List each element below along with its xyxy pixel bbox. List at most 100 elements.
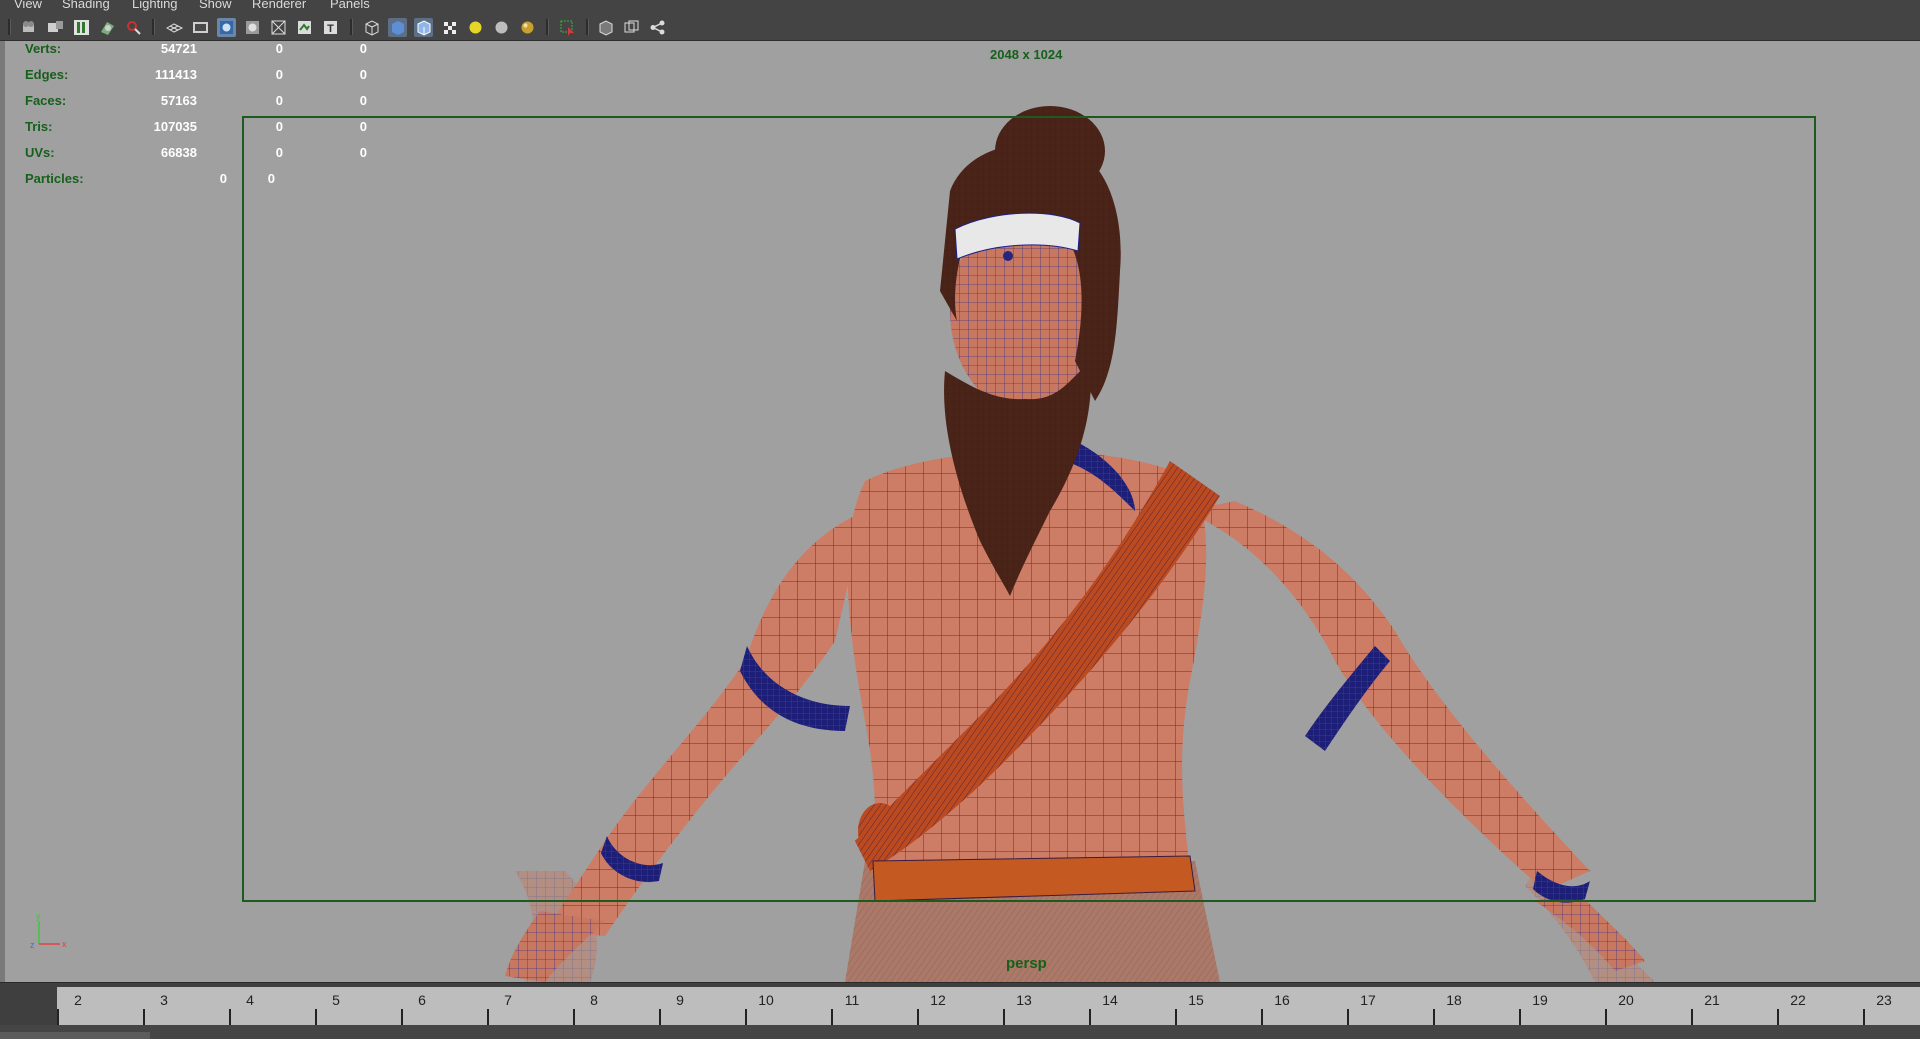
camera-name-label: persp — [1006, 955, 1047, 972]
frame-tick — [831, 1009, 833, 1025]
frame-tick — [143, 1009, 145, 1025]
time-slider[interactable]: 2 3 4 5 6 7 8 9 10 11 12 13 14 15 16 17 18 19 20 21 22 23 — [0, 982, 1920, 1039]
toolbar-separator — [586, 19, 589, 35]
frame-tick — [1261, 1009, 1263, 1025]
frame-tick — [57, 1009, 59, 1025]
perspective-viewport[interactable]: Verts: 54721 0 0 Edges: 111413 0 0 Faces… — [0, 41, 1920, 982]
hud-value: 0 — [359, 67, 367, 82]
frame-tick — [1003, 1009, 1005, 1025]
shadows-icon[interactable] — [492, 18, 511, 37]
hud-value: 54721 — [160, 41, 197, 56]
hud-value: 0 — [359, 145, 367, 160]
frame-tick — [1433, 1009, 1435, 1025]
camera-attributes-icon[interactable] — [46, 18, 65, 37]
frame-tick-label: 17 — [1360, 992, 1376, 1008]
toolbar-separator — [546, 19, 549, 35]
hud-value: 0 — [359, 41, 367, 56]
bookmarks-icon[interactable] — [72, 18, 91, 37]
frame-tick — [401, 1009, 403, 1025]
axis-y-label: y — [36, 911, 41, 921]
hud-value: 107035 — [153, 119, 197, 134]
hud-value: 0 — [359, 93, 367, 108]
film-gate-icon[interactable] — [191, 18, 210, 37]
frame-tick — [573, 1009, 575, 1025]
hud-label: Faces: — [25, 93, 67, 108]
frame-tick — [745, 1009, 747, 1025]
use-all-lights-icon[interactable] — [466, 18, 485, 37]
frame-tick-label: 12 — [930, 992, 946, 1008]
hud-value: 0 — [359, 119, 367, 134]
axis-x-label: x — [62, 939, 67, 949]
frame-tick-label: 18 — [1446, 992, 1462, 1008]
frame-tick-label: 16 — [1274, 992, 1290, 1008]
menu-lighting[interactable]: Lighting — [132, 0, 178, 11]
ambient-occlusion-icon[interactable] — [518, 18, 537, 37]
frame-tick-label: 8 — [590, 992, 598, 1008]
frame-tick-label: 19 — [1532, 992, 1548, 1008]
menu-shading[interactable]: Shading — [62, 0, 110, 11]
menu-view[interactable]: View — [14, 0, 42, 11]
toolbar-separator — [8, 19, 11, 35]
xray-icon[interactable] — [596, 18, 615, 37]
gate-mask-icon[interactable] — [243, 18, 262, 37]
frame-tick — [1777, 1009, 1779, 1025]
frame-tick-label: 15 — [1188, 992, 1204, 1008]
share-icon[interactable] — [648, 18, 667, 37]
safe-title-icon[interactable]: T — [321, 18, 340, 37]
frame-tick-label: 9 — [676, 992, 684, 1008]
frame-tick — [487, 1009, 489, 1025]
hud-label: Edges: — [25, 67, 69, 82]
frame-tick-label: 5 — [332, 992, 340, 1008]
hud-value: 57163 — [160, 93, 197, 108]
frame-tick — [1863, 1009, 1865, 1025]
frame-tick-label: 7 — [504, 992, 512, 1008]
menu-show[interactable]: Show — [199, 0, 232, 11]
select-camera-icon[interactable] — [20, 18, 39, 37]
hud-label: Verts: — [25, 41, 62, 56]
frame-tick-label: 10 — [758, 992, 774, 1008]
wireframe-on-shaded-icon[interactable] — [414, 18, 433, 37]
2d-pan-zoom-icon[interactable] — [124, 18, 143, 37]
svg-text:T: T — [327, 23, 334, 35]
resolution-label: 2048 x 1024 — [990, 47, 1063, 62]
menu-panels[interactable]: Panels — [330, 0, 370, 11]
panel-menu-bar: View Shading Lighting Show Renderer Pane… — [0, 0, 1920, 14]
hud-value: 0 — [275, 41, 283, 56]
frame-tick-label: 22 — [1790, 992, 1806, 1008]
panel-toolbar: T — [0, 14, 1920, 41]
safe-action-icon[interactable] — [295, 18, 314, 37]
hud-value: 66838 — [160, 145, 197, 160]
frame-tick-label: 2 — [74, 992, 82, 1008]
frame-tick-label: 20 — [1618, 992, 1634, 1008]
time-slider-track[interactable]: 2 3 4 5 6 7 8 9 10 11 12 13 14 15 16 17 18 19 20 21 22 23 — [57, 987, 1920, 1025]
grid-icon[interactable] — [165, 18, 184, 37]
xray-joints-icon[interactable] — [622, 18, 641, 37]
frame-tick — [1175, 1009, 1177, 1025]
character-model-wireframe[interactable] — [5, 41, 1920, 982]
frame-tick-label: 13 — [1016, 992, 1032, 1008]
wireframe-icon[interactable] — [362, 18, 381, 37]
axis-z-label: z — [30, 940, 35, 950]
resolution-gate-icon[interactable] — [217, 18, 236, 37]
hud-value: 0 — [267, 171, 275, 186]
textured-icon[interactable] — [440, 18, 459, 37]
frame-tick — [659, 1009, 661, 1025]
toolbar-separator — [152, 19, 155, 35]
hud-label: Particles: — [25, 171, 84, 186]
frame-tick — [1691, 1009, 1693, 1025]
frame-tick — [1519, 1009, 1521, 1025]
menu-renderer[interactable]: Renderer — [252, 0, 306, 11]
field-chart-icon[interactable] — [269, 18, 288, 37]
smooth-shade-icon[interactable] — [388, 18, 407, 37]
frame-tick-label: 11 — [844, 992, 860, 1008]
frame-tick — [1605, 1009, 1607, 1025]
frame-tick-label: 14 — [1102, 992, 1118, 1008]
hud-value: 0 — [219, 171, 227, 186]
range-slider-strip — [0, 1025, 1920, 1039]
image-plane-icon[interactable] — [98, 18, 117, 37]
hud-value: 0 — [275, 93, 283, 108]
isolate-select-icon[interactable] — [558, 18, 577, 37]
frame-tick — [917, 1009, 919, 1025]
frame-tick-label: 3 — [160, 992, 168, 1008]
frame-tick — [1089, 1009, 1091, 1025]
